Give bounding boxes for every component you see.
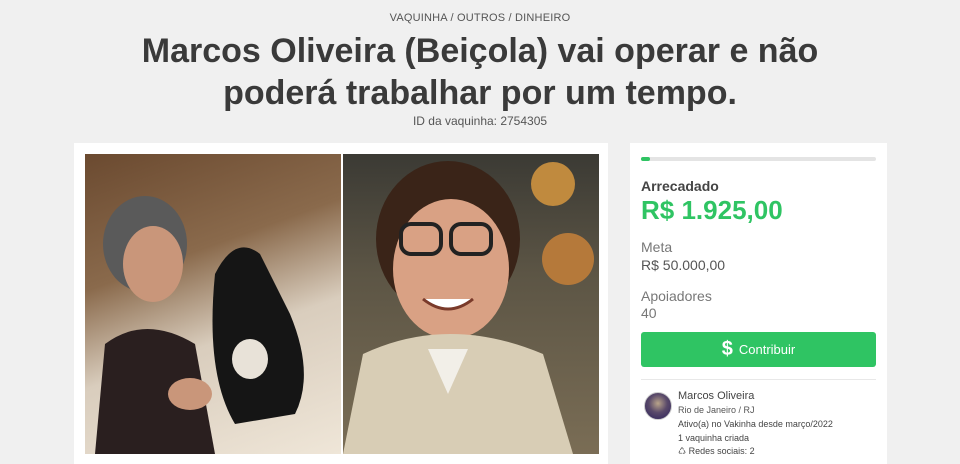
author-name[interactable]: Marcos Oliveira bbox=[678, 390, 754, 402]
progress-fill bbox=[641, 157, 651, 161]
supporters-count: 40 bbox=[641, 305, 657, 321]
author-location: Rio de Janeiro / RJ bbox=[678, 405, 755, 415]
photo-man-portrait bbox=[343, 161, 594, 454]
raised-amount: R$ 1.925,00 bbox=[641, 195, 783, 225]
author-active-since: Ativo(a) no Vakinha desde março/2022 bbox=[678, 419, 833, 429]
donation-panel: Arrecadado R$ 1.925,00 Meta R$ 50.000,00… bbox=[630, 143, 887, 464]
page-title: Marcos Oliveira (Beiçola) vai operar e n… bbox=[141, 32, 819, 112]
campaign-id: ID da vaquinha: 2754305 bbox=[412, 114, 548, 128]
supporters-label: Apoiadores bbox=[641, 288, 712, 304]
campaign-photo-right bbox=[343, 154, 599, 454]
divider bbox=[641, 379, 876, 380]
progress-bar bbox=[641, 157, 876, 161]
photo-man-with-dog bbox=[95, 196, 304, 454]
avatar[interactable] bbox=[644, 392, 672, 420]
dollar-icon: $ bbox=[721, 338, 733, 360]
campaign-media bbox=[74, 143, 608, 464]
contribute-label: Contribuir bbox=[738, 342, 796, 357]
raised-label: Arrecadado bbox=[641, 178, 719, 194]
contribute-button[interactable]: $ Contribuir bbox=[641, 332, 876, 367]
breadcrumb[interactable]: VAQUINHA / OUTROS / DINHEIRO bbox=[0, 12, 960, 24]
goal-amount: R$ 50.000,00 bbox=[641, 257, 726, 273]
campaign-photo-left bbox=[85, 154, 341, 454]
goal-label: Meta bbox=[641, 239, 673, 255]
author-campaign-count: 1 vaquinha criada bbox=[678, 433, 750, 443]
author-social-links[interactable]: ♺ Redes sociais: 2 bbox=[678, 446, 755, 457]
